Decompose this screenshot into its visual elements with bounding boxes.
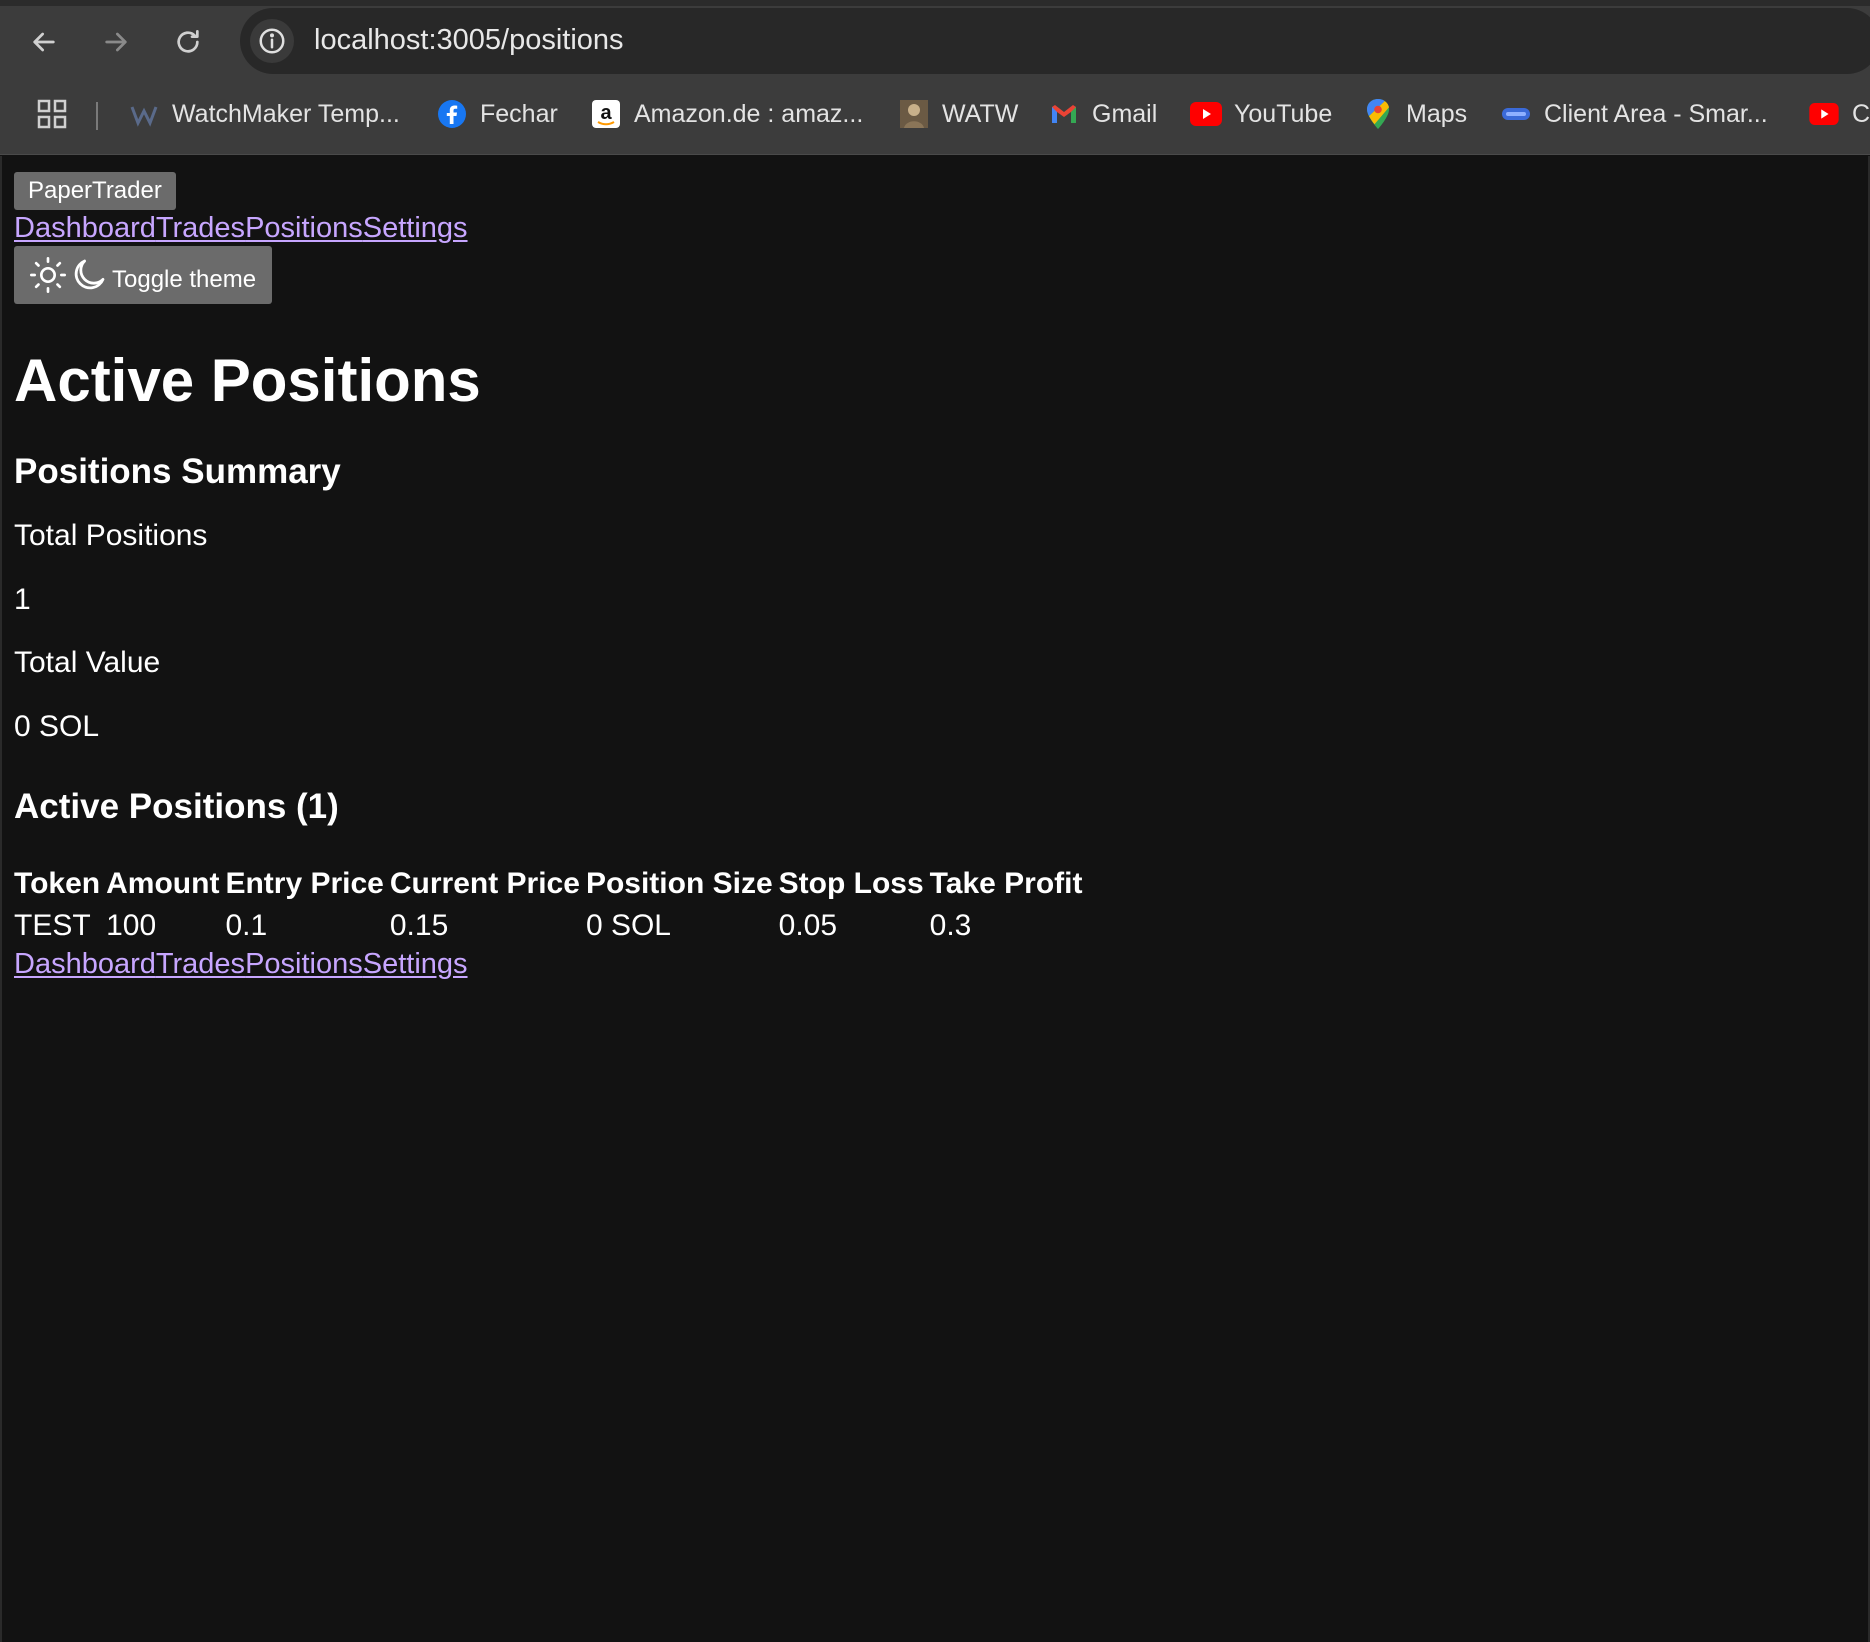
table-row: TEST 100 0.1 0.15 0 SOL 0.05 0.3 — [14, 906, 1082, 946]
total-positions-value: 1 — [14, 583, 31, 616]
client-area-icon — [1500, 98, 1532, 130]
back-button[interactable] — [20, 18, 68, 66]
nav-link-positions[interactable]: Positions — [245, 212, 363, 244]
forward-button[interactable] — [92, 18, 140, 66]
bookmarks-separator — [96, 102, 98, 130]
total-value-label: Total Value — [14, 646, 161, 679]
cell-take-profit: 0.3 — [929, 909, 972, 942]
bookmark-label: Amazon.de : amaz... — [634, 99, 864, 128]
apps-grid-icon[interactable] — [36, 98, 68, 130]
column-header-position-size: Position Size — [585, 867, 773, 900]
column-header-take-profit: Take Profit — [929, 867, 1083, 900]
cell-current-price: 0.15 — [389, 909, 449, 942]
column-header-current-price: Current Price — [389, 867, 580, 900]
bookmark-label: C — [1852, 99, 1870, 128]
bookmark-gmail[interactable]: Gmail — [1048, 94, 1157, 134]
positions-table: Token Amount Entry Price Current Price P… — [8, 862, 1088, 948]
gmail-icon — [1048, 98, 1080, 130]
sun-icon — [30, 257, 66, 293]
nav-link-settings[interactable]: Settings — [363, 212, 468, 244]
column-header-entry-price: Entry Price — [225, 867, 384, 900]
column-header-token: Token — [14, 867, 101, 900]
cell-entry-price: 0.1 — [225, 909, 268, 942]
summary-heading: Positions Summary — [14, 452, 341, 491]
bookmark-label: YouTube — [1234, 99, 1333, 128]
site-info-icon[interactable] — [250, 19, 294, 63]
cell-amount: 100 — [106, 909, 157, 942]
bookmark-label: Gmail — [1092, 99, 1158, 128]
bookmark-client-area[interactable]: Client Area - Smar... — [1500, 94, 1768, 134]
bookmarks-bar: WatchMaker Temp... Fechar a Amazon.de : … — [0, 90, 1870, 140]
footer-link-dashboard[interactable]: Dashboard — [14, 948, 156, 980]
nav-link-dashboard[interactable]: Dashboard — [14, 212, 156, 244]
maps-icon — [1362, 98, 1394, 130]
nav-link-trades[interactable]: Trades — [156, 212, 245, 244]
toggle-theme-button[interactable]: Toggle theme — [14, 246, 272, 304]
bookmark-fechar[interactable]: Fechar — [436, 94, 558, 134]
arrow-right-icon — [105, 32, 127, 52]
bookmark-overflow[interactable]: C — [1808, 94, 1870, 134]
facebook-icon — [436, 98, 468, 130]
bookmark-watw[interactable]: WATW — [898, 94, 1018, 134]
reload-button[interactable] — [164, 18, 212, 66]
tab-strip — [0, 0, 1870, 6]
amazon-icon: a — [590, 98, 622, 130]
svg-text:a: a — [600, 102, 612, 124]
bookmark-watchmaker[interactable]: WatchMaker Temp... — [128, 94, 400, 134]
bookmark-label: WatchMaker Temp... — [172, 99, 400, 128]
bookmark-label: Fechar — [480, 99, 558, 128]
top-nav: DashboardTradesPositionsSettings — [14, 208, 468, 248]
column-header-stop-loss: Stop Loss — [778, 867, 924, 900]
total-positions-label: Total Positions — [14, 519, 208, 552]
footer-link-positions[interactable]: Positions — [245, 948, 363, 980]
url-text[interactable]: localhost:3005/positions — [314, 20, 624, 60]
youtube-icon — [1190, 98, 1222, 130]
brand-badge: PaperTrader — [14, 172, 176, 210]
moon-icon — [74, 259, 105, 290]
reload-icon — [177, 30, 199, 53]
watchmaker-icon — [128, 98, 160, 130]
cell-token: TEST — [14, 909, 91, 942]
total-value-value: 0 SOL — [14, 710, 100, 743]
bookmark-label: Maps — [1406, 99, 1468, 128]
cell-stop-loss: 0.05 — [778, 909, 838, 942]
browser-chrome: localhost:3005/positions WatchMaker Temp… — [0, 0, 1870, 155]
column-header-amount: Amount — [106, 867, 220, 900]
page-content: PaperTrader DashboardTradesPositionsSett… — [0, 156, 1870, 1642]
cell-position-size: 0 SOL — [585, 909, 671, 942]
arrow-left-icon — [33, 32, 55, 52]
bookmark-amazon[interactable]: a Amazon.de : amaz... — [590, 94, 863, 134]
bookmark-youtube[interactable]: YouTube — [1190, 94, 1332, 134]
footer-link-settings[interactable]: Settings — [363, 948, 468, 980]
footer-nav: DashboardTradesPositionsSettings — [14, 944, 468, 984]
viewport-left-edge — [0, 156, 2, 1642]
positions-heading: Active Positions (1) — [14, 787, 339, 826]
bookmark-label: WATW — [942, 99, 1019, 128]
watw-icon — [898, 98, 930, 130]
bookmark-label: Client Area - Smar... — [1544, 99, 1768, 128]
toggle-theme-label: Toggle theme — [112, 266, 257, 293]
page-title: Active Positions — [14, 347, 481, 414]
bookmark-maps[interactable]: Maps — [1362, 94, 1467, 134]
table-header-row: Token Amount Entry Price Current Price P… — [14, 864, 1082, 904]
footer-link-trades[interactable]: Trades — [156, 948, 245, 980]
youtube-icon — [1808, 98, 1840, 130]
